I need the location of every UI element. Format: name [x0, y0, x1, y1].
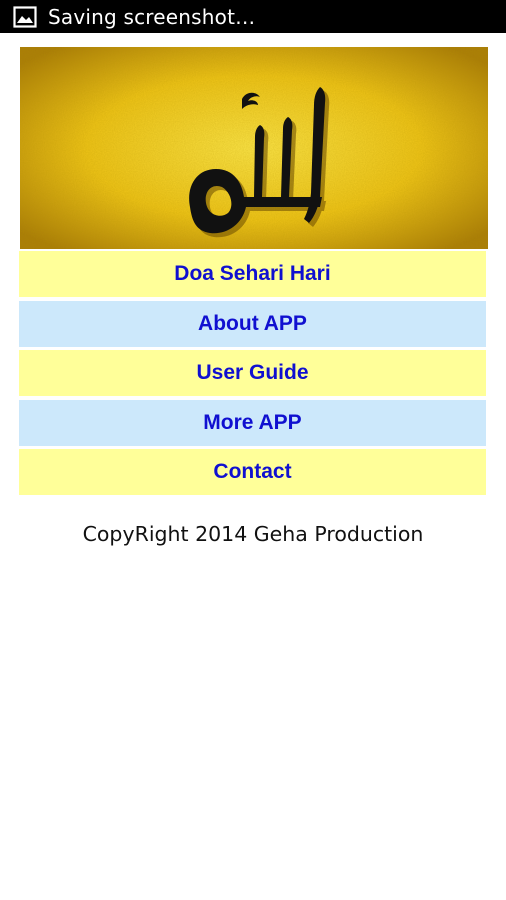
status-notification-text: Saving screenshot…: [48, 4, 256, 29]
status-bar: Saving screenshot…: [0, 0, 506, 33]
menu-item-label: More APP: [203, 410, 302, 434]
menu-item-label: Doa Sehari Hari: [174, 262, 331, 285]
copyright-text: CopyRight 2014 Geha Production: [82, 522, 424, 546]
main-menu: Doa Sehari Hari About APP User Guide Mor…: [19, 251, 486, 499]
menu-item-user-guide[interactable]: User Guide: [19, 350, 486, 396]
menu-item-doa-sehari-hari[interactable]: Doa Sehari Hari: [19, 251, 486, 297]
menu-item-about-app[interactable]: About APP: [19, 300, 486, 347]
allah-calligraphy-banner: [20, 47, 488, 249]
menu-item-label: About APP: [198, 311, 307, 335]
menu-item-contact[interactable]: Contact: [19, 449, 486, 495]
image-icon: [12, 4, 38, 30]
menu-item-label: Contact: [213, 460, 292, 483]
menu-item-label: User Guide: [196, 361, 309, 384]
menu-item-more-app[interactable]: More APP: [19, 399, 486, 446]
